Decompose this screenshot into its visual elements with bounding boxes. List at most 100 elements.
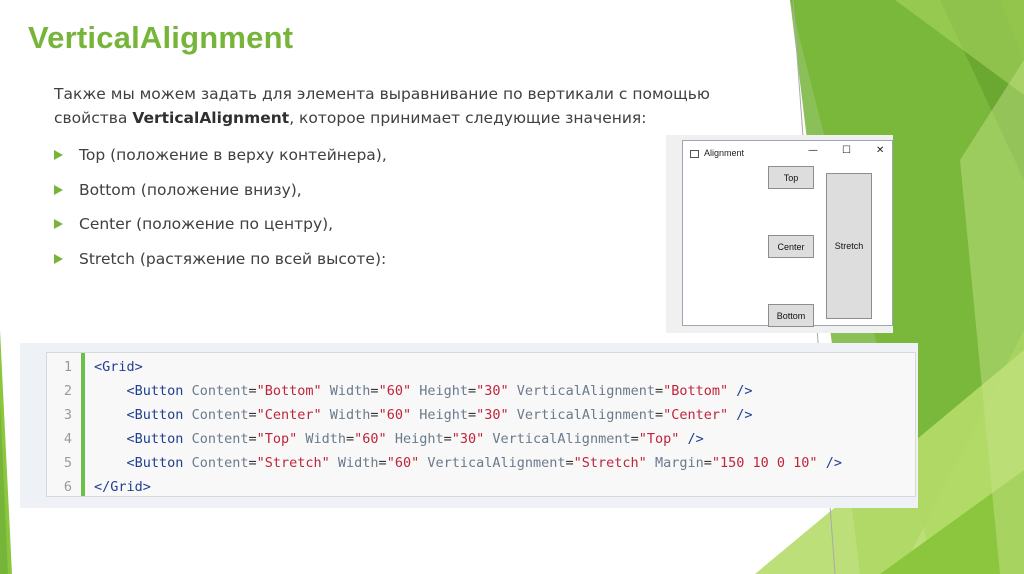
code-punctuation-token: = (468, 383, 477, 399)
list-item-text: Stretch (растяжение по всей высоте): (79, 249, 387, 268)
code-value-token: "150 10 0 10" (711, 455, 818, 471)
code-punctuation-token: = (346, 431, 355, 447)
bullet-arrow-icon (54, 150, 63, 161)
code-line: <Button Content="Center" Width="60" Heig… (94, 407, 753, 423)
code-line: </Grid> (94, 479, 151, 495)
list-item: Bottom (положение внизу), (54, 173, 387, 208)
line-number: 6 (63, 479, 72, 495)
code-value-token: "30" (476, 383, 509, 399)
code-attribute-token: Width (329, 407, 371, 423)
code-tag-token: <Button (126, 431, 184, 447)
code-punctuation-token: = (370, 383, 379, 399)
code-punctuation-token (94, 455, 127, 471)
code-attribute-token: VerticalAlignment (492, 431, 631, 447)
bullet-arrow-icon (54, 184, 63, 195)
code-punctuation-token: = (654, 407, 664, 423)
code-punctuation-token: = (370, 407, 379, 423)
bullet-arrow-icon (54, 219, 63, 230)
code-attribute-token: Content (191, 431, 249, 447)
code-tag-token: /> (687, 431, 704, 447)
code-punctuation-token (647, 455, 655, 471)
close-icon[interactable]: ✕ (876, 145, 884, 156)
code-tag-token: <Button (126, 455, 184, 471)
app-icon (690, 150, 699, 158)
code-value-token: "Center" (663, 407, 729, 423)
line-number: 1 (63, 359, 72, 375)
bottom-button[interactable]: Bottom (768, 304, 814, 327)
list-item: Stretch (растяжение по всей высоте): (54, 242, 387, 277)
code-punctuation-token (411, 383, 419, 399)
code-value-token: "60" (378, 407, 412, 423)
code-tag-token: <Button (126, 407, 184, 423)
code-punctuation-token: = (248, 431, 257, 447)
intro-keyword: VerticalAlignment (132, 109, 290, 127)
code-punctuation-token (183, 431, 191, 447)
code-punctuation-token: = (565, 455, 574, 471)
values-list: Top (положение в верху контейнера), Bott… (54, 138, 387, 276)
code-punctuation-token: = (703, 455, 712, 471)
code-punctuation-token (183, 407, 191, 423)
intro-text-2: , которое принимает следующие значения: (289, 109, 647, 127)
code-value-token: "60" (354, 431, 387, 447)
intro-paragraph: Также мы можем задать для элемента вырав… (54, 82, 774, 130)
code-tag-token: </Grid (94, 479, 143, 495)
code-value-token: "Stretch" (573, 455, 647, 471)
code-punctuation-token: = (630, 431, 639, 447)
code-attribute-token: Content (191, 407, 249, 423)
code-attribute-token: Content (191, 455, 249, 471)
list-item: Center (положение по центру), (54, 207, 387, 242)
code-punctuation-token (818, 455, 826, 471)
line-number: 3 (63, 407, 72, 423)
code-tag-token: <Grid (94, 359, 135, 375)
top-button[interactable]: Top (768, 166, 814, 189)
code-punctuation-token: = (468, 407, 477, 423)
code-punctuation-token (509, 383, 517, 399)
maximize-icon[interactable]: ☐ (842, 145, 851, 156)
code-line: <Button Content="Top" Width="60" Height=… (94, 431, 704, 447)
window-title: Alignment (704, 148, 745, 158)
minimize-icon[interactable]: — (808, 145, 818, 156)
code-punctuation-token (411, 407, 419, 423)
code-punctuation-token (94, 383, 127, 399)
code-attribute-token: Margin (654, 455, 704, 471)
code-value-token: "Bottom" (663, 383, 729, 399)
code-tag-token: /> (736, 383, 753, 399)
code-line: <Grid> (94, 359, 143, 375)
code-value-token: "30" (476, 407, 509, 423)
code-punctuation-token: = (443, 431, 452, 447)
code-attribute-token: Height (419, 383, 468, 399)
code-attribute-token: Width (337, 455, 379, 471)
code-value-token: "30" (451, 431, 485, 447)
code-punctuation-token: = (248, 455, 257, 471)
code-punctuation-token (183, 455, 191, 471)
list-item: Top (положение в верху контейнера), (54, 138, 387, 173)
bullet-arrow-icon (54, 253, 63, 264)
code-tag-token: > (134, 359, 143, 375)
code-value-token: "60" (378, 383, 412, 399)
center-button[interactable]: Center (768, 235, 814, 258)
line-number: 4 (63, 431, 72, 447)
code-punctuation-token: = (248, 407, 257, 423)
code-punctuation-token (509, 407, 517, 423)
code-attribute-token: Height (419, 407, 468, 423)
code-attribute-token: VerticalAlignment (427, 455, 566, 471)
stretch-button[interactable]: Stretch (826, 173, 872, 319)
code-punctuation-token (183, 383, 191, 399)
code-attribute-token: Height (394, 431, 444, 447)
code-punctuation-token: = (378, 455, 387, 471)
code-attribute-token: VerticalAlignment (516, 383, 655, 399)
code-punctuation-token: = (248, 383, 257, 399)
line-number: 5 (63, 455, 72, 471)
code-punctuation-token: = (654, 383, 664, 399)
list-item-text: Center (положение по центру), (79, 215, 334, 234)
code-value-token: "Top" (256, 431, 298, 447)
code-attribute-token: VerticalAlignment (516, 407, 655, 423)
code-punctuation-token (679, 431, 687, 447)
code-tag-token: > (142, 479, 151, 495)
code-value-token: "Stretch" (256, 455, 330, 471)
code-block: 1 2 3 4 5 6 <Grid> <Button Content="Bott… (46, 352, 916, 497)
code-value-token: "60" (386, 455, 420, 471)
code-punctuation-token (330, 455, 338, 471)
code-punctuation-token (322, 383, 330, 399)
code-tag-token: /> (736, 407, 753, 423)
